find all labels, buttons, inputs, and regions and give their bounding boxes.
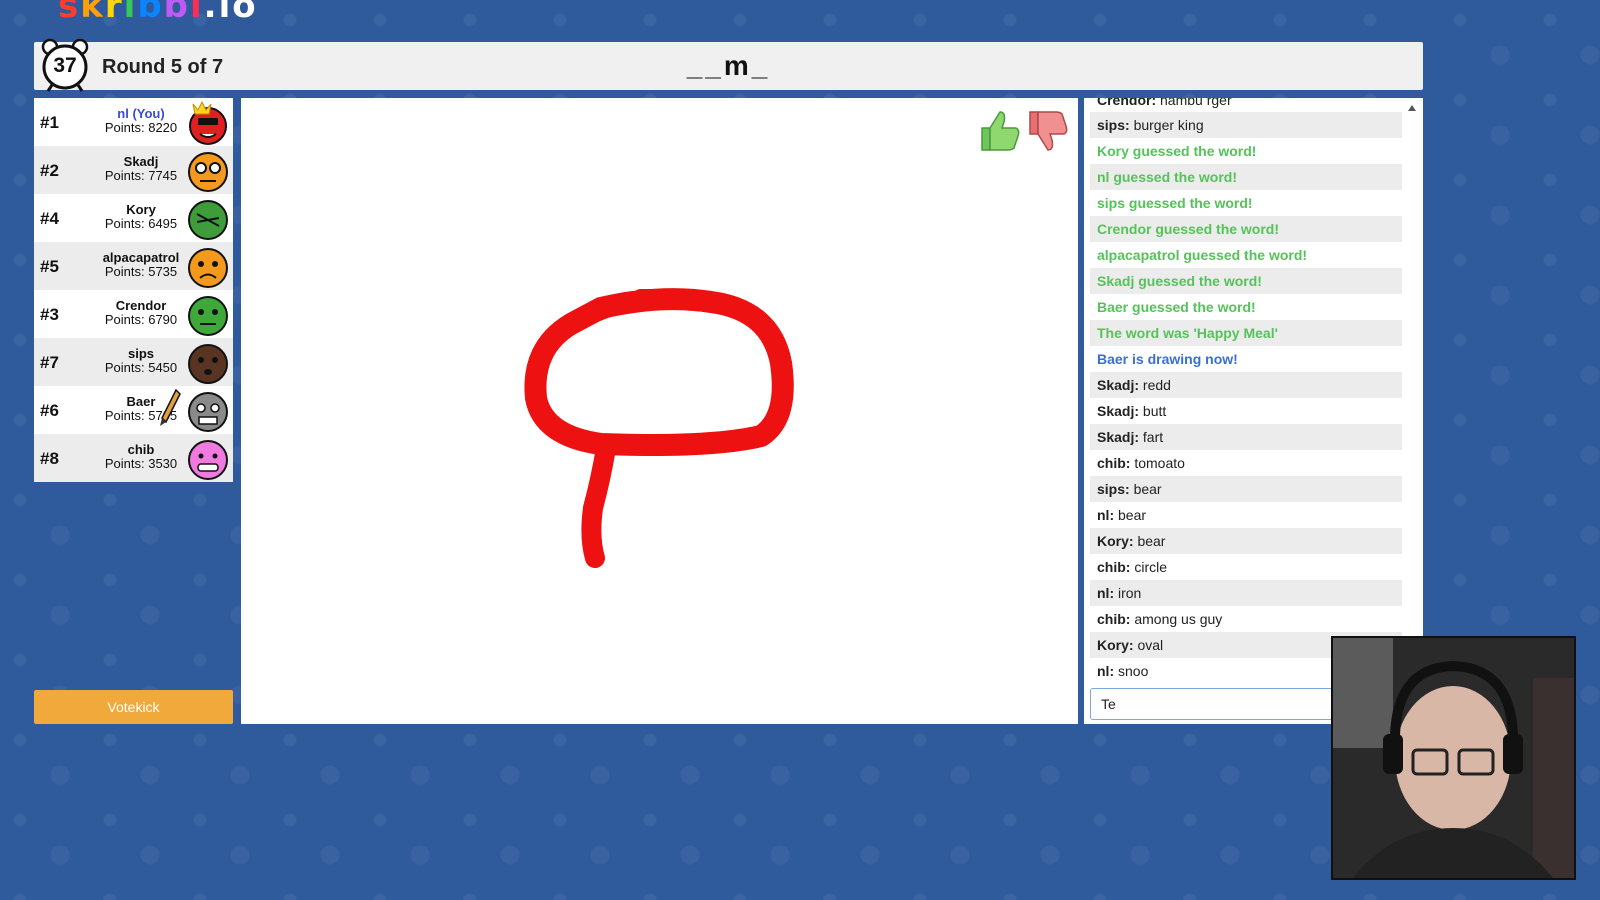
chat-system-message: Crendor guessed the word!	[1090, 216, 1402, 242]
player-name: Skadj	[123, 154, 159, 169]
chat-system-message: Kory guessed the word!	[1097, 143, 1257, 159]
player-entry[interactable]: #1 nl (You) Points: 8220	[34, 98, 233, 146]
chat-panel: Crendor: hambu rger sips: burger king Ko…	[1084, 98, 1423, 724]
thumbs-up-icon[interactable]	[976, 108, 1022, 154]
chat-message: Skadj: redd	[1090, 372, 1402, 398]
player-entry[interactable]: #2 Skadj Points: 7745	[34, 146, 233, 194]
chat-message: chib: circle	[1097, 559, 1168, 575]
chat-system-message: nl guessed the word!	[1090, 164, 1402, 190]
chat-message: Skadj: butt	[1097, 403, 1167, 419]
player-points: Points: 6790	[104, 312, 178, 327]
chat-system-message: Skadj guessed the word!	[1090, 268, 1402, 294]
player-rank: #6	[40, 401, 59, 420]
webcam-overlay	[1331, 636, 1576, 880]
player-name: alpacapatrol	[102, 250, 180, 265]
player-rank: #3	[40, 305, 59, 324]
player-avatar-icon	[188, 152, 228, 192]
player-avatar-icon	[188, 440, 228, 480]
thumbs-down-icon[interactable]	[1024, 108, 1070, 154]
player-points: Points: 5450	[104, 360, 178, 375]
player-rank: #8	[40, 449, 59, 468]
player-rank: #2	[40, 161, 59, 180]
scroll-up-arrow-icon[interactable]	[1407, 102, 1417, 114]
player-points: Points: 8220	[104, 120, 178, 135]
votekick-button[interactable]: Votekick	[34, 690, 233, 724]
player-entry[interactable]: #4 Kory Points: 6495	[34, 194, 233, 242]
player-points: Points: 5735	[104, 264, 178, 279]
player-entry[interactable]: #7 sips Points: 5450	[34, 338, 233, 386]
player-avatar-icon	[189, 100, 227, 145]
player-entry[interactable]: #3 Crendor Points: 6790	[34, 290, 233, 338]
chat-message: nl: bear	[1097, 507, 1147, 523]
player-entry[interactable]: #8 chib Points: 3530	[34, 434, 233, 482]
pencil-icon	[160, 388, 181, 426]
chat-message: sips: bear	[1090, 476, 1402, 502]
drawing-canvas[interactable]	[241, 98, 1078, 724]
chat-message: sips: burger king	[1090, 112, 1402, 138]
chat-message: Crendor: hambu rger	[1097, 98, 1232, 108]
crown-icon	[192, 100, 212, 115]
player-avatar-icon	[188, 200, 228, 240]
player-entry[interactable]: #5 alpacapatrol Points: 5735	[34, 242, 233, 290]
game-header: 37 Round 5 of 7 __m_	[34, 38, 1423, 92]
chat-system-message: Baer is drawing now!	[1097, 351, 1238, 367]
chat-system-message: sips guessed the word!	[1097, 195, 1253, 211]
chat-message: chib: among us guy	[1097, 611, 1223, 627]
game-logo: skribbl.io	[58, 0, 258, 26]
player-rank: #5	[40, 257, 59, 276]
chat-message: nl: iron	[1090, 580, 1402, 606]
player-avatar-icon	[188, 248, 228, 288]
player-points: Points: 3530	[104, 456, 178, 471]
word-hint: __m_	[686, 50, 771, 81]
player-avatar-icon	[188, 344, 228, 384]
chat-message: chib: tomoato	[1097, 455, 1185, 471]
player-rank: #7	[40, 353, 59, 372]
player-avatar-icon	[188, 296, 228, 336]
player-name: chib	[127, 442, 155, 457]
player-rank: #4	[40, 209, 59, 228]
player-points: Points: 7745	[104, 168, 178, 183]
drawing-strokes	[524, 288, 794, 568]
chat-system-message: Baer guessed the word!	[1097, 299, 1256, 315]
chat-message: Skadj: fart	[1090, 424, 1402, 450]
chat-messages[interactable]: Crendor: hambu rger sips: burger king Ko…	[1090, 98, 1402, 680]
chat-system-message: alpacapatrol guessed the word!	[1097, 247, 1308, 263]
player-name: sips	[127, 346, 154, 361]
player-name: Crendor	[115, 298, 167, 313]
player-list: #1 nl (You) Points: 8220 #2 Skadj Points…	[34, 98, 233, 482]
player-name: Kory	[126, 202, 156, 217]
chat-system-message: The word was 'Happy Meal'	[1090, 320, 1402, 346]
player-entry[interactable]: #6 Baer Points: 5705	[34, 386, 233, 434]
player-rank: #1	[40, 113, 59, 132]
player-name: nl (You)	[117, 106, 165, 121]
player-points: Points: 6495	[104, 216, 178, 231]
streamer-webcam-image	[1333, 638, 1574, 878]
player-avatar-icon	[188, 392, 228, 432]
chat-message: Kory: bear	[1090, 528, 1402, 554]
